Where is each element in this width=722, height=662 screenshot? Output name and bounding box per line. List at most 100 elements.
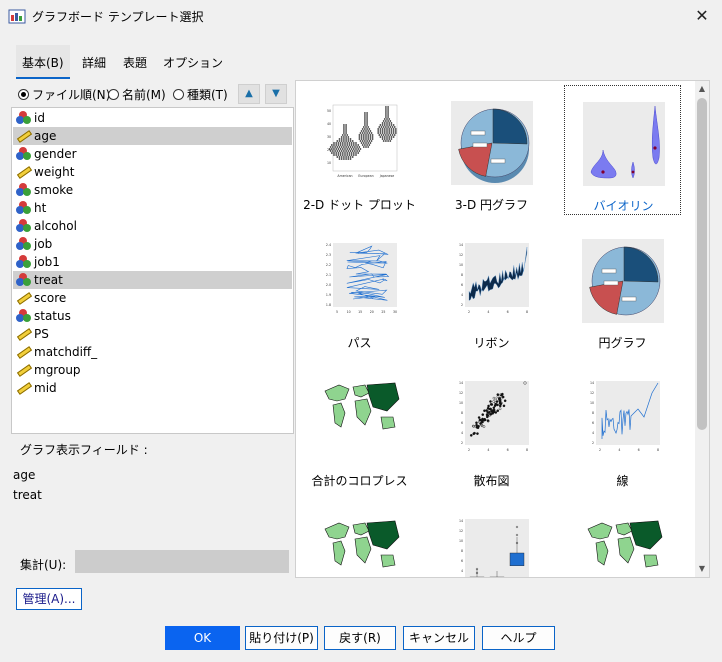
dot-mark xyxy=(382,134,385,136)
dot-mark xyxy=(365,136,367,138)
scroll-up-icon[interactable]: ▲ xyxy=(695,81,709,97)
scroll-thumb[interactable] xyxy=(697,98,707,430)
dot-mark xyxy=(339,144,342,146)
tab-2[interactable]: 表題 xyxy=(117,45,154,79)
variable-item[interactable]: PS xyxy=(13,325,292,343)
cancel-button[interactable]: キャンセル xyxy=(403,626,475,650)
dot-mark xyxy=(335,142,338,144)
template-thumbnail: 14 12 10 8 6 4 2 2 4 6 8 xyxy=(451,377,533,461)
dot-mark xyxy=(390,130,393,132)
template-tile[interactable]: 50 40 30 20 10 American European Japanese 2-D ドッ… xyxy=(301,85,418,215)
template-tile[interactable]: 円グラフ xyxy=(564,223,681,353)
variable-item[interactable]: matchdiff_ xyxy=(13,343,292,361)
dot-mark xyxy=(383,132,386,134)
sort-down-button[interactable]: ▼ xyxy=(265,84,287,104)
variable-item[interactable]: id xyxy=(13,109,292,127)
variable-label: mid xyxy=(34,381,57,395)
tick-label: 8 xyxy=(657,448,659,452)
close-icon[interactable]: ✕ xyxy=(690,4,714,28)
dot-mark xyxy=(337,142,340,144)
variable-item[interactable]: age xyxy=(13,127,292,145)
variable-item[interactable]: mid xyxy=(13,379,292,397)
tick-label: 4 xyxy=(461,293,463,297)
variable-item[interactable]: status xyxy=(13,307,292,325)
template-thumbnail xyxy=(319,515,401,577)
manage-button[interactable]: 管理(A)... xyxy=(16,588,82,610)
dot-mark xyxy=(350,142,353,144)
variable-label: alcohol xyxy=(34,219,77,233)
dot-mark xyxy=(362,136,365,138)
template-tile[interactable] xyxy=(564,499,681,577)
dot-mark xyxy=(343,146,345,148)
variable-item[interactable]: alcohol xyxy=(13,217,292,235)
template-tile[interactable]: 14 12 10 8 6 4 2 2 4 6 8 線 xyxy=(564,361,681,491)
dot-mark xyxy=(346,152,349,154)
dot-mark xyxy=(390,122,393,124)
dot-mark xyxy=(343,138,345,140)
variable-item[interactable]: score xyxy=(13,289,292,307)
template-tile[interactable]: 2.4 2.3 2.2 2.1 2.0 1.9 1.8 5 10 15 20 25 30 パス xyxy=(301,223,418,353)
variable-item[interactable]: smoke xyxy=(13,181,292,199)
variable-item[interactable]: mgroup xyxy=(13,361,292,379)
template-tile[interactable] xyxy=(301,499,418,577)
tick-label: 20 xyxy=(370,310,374,314)
variable-item[interactable]: treat xyxy=(13,271,292,289)
sort-up-button[interactable]: ▲ xyxy=(238,84,260,104)
dot-mark xyxy=(348,142,351,144)
dot-mark xyxy=(380,126,383,128)
dot-mark xyxy=(341,134,344,136)
dot-mark xyxy=(386,128,388,130)
dot-mark xyxy=(358,150,361,152)
scatter-point xyxy=(502,404,506,408)
template-tile[interactable]: 合計のコロプレス xyxy=(301,361,418,491)
variable-item[interactable]: job1 xyxy=(13,253,292,271)
template-tile[interactable]: バイオリン xyxy=(564,85,681,215)
template-caption: リボン xyxy=(473,336,510,350)
scatter-point xyxy=(479,422,482,425)
paste-button[interactable]: 貼り付け(P) xyxy=(245,626,318,650)
template-tile[interactable]: 14 12 10 8 6 4 2 2 4 6 8 散布図 xyxy=(433,361,550,491)
tab-1[interactable]: 詳細 xyxy=(76,45,113,79)
dot-mark xyxy=(390,132,393,134)
tick-label: 50 xyxy=(327,109,331,113)
dot-mark xyxy=(364,122,366,124)
variable-item[interactable]: weight xyxy=(13,163,292,181)
template-gallery[interactable]: 50 40 30 20 10 American European Japanese 2-D ドッ… xyxy=(295,80,710,578)
dot-mark xyxy=(366,122,368,124)
scroll-down-icon[interactable]: ▼ xyxy=(695,561,709,577)
template-caption: 2-D ドット プロット xyxy=(303,198,416,212)
template-tile[interactable]: 14 12 10 8 6 4 2 xyxy=(433,499,550,577)
dot-mark xyxy=(362,146,365,148)
reset-button[interactable]: 戻す(R) xyxy=(324,626,396,650)
dot-mark xyxy=(387,116,389,118)
sort-radio-1[interactable]: 名前(M) xyxy=(108,86,166,104)
help-button[interactable]: ヘルプ xyxy=(482,626,555,650)
sort-radio-2[interactable]: 種類(T) xyxy=(173,86,228,104)
dot-mark xyxy=(385,114,387,116)
dot-mark xyxy=(332,146,334,148)
dot-mark xyxy=(346,142,349,144)
variable-list[interactable]: id age gender weight smoke ht alcohol job job1 tr… xyxy=(11,107,294,434)
dot-mark xyxy=(357,144,360,146)
dot-mark xyxy=(364,144,366,146)
scatter-point xyxy=(485,409,488,412)
dot-mark xyxy=(343,140,345,142)
sort-radio-0[interactable]: ファイル順(N) xyxy=(18,86,110,104)
scatter-point xyxy=(493,404,497,407)
tick-label: 4 xyxy=(461,431,463,435)
variable-item[interactable]: ht xyxy=(13,199,292,217)
template-tile[interactable]: 3-D 円グラフ xyxy=(433,85,550,215)
ok-button[interactable]: OK xyxy=(165,626,240,650)
dot-mark xyxy=(377,132,380,134)
dot-mark xyxy=(385,120,387,122)
tab-0[interactable]: 基本(B) xyxy=(16,45,70,79)
dot-mark xyxy=(343,130,345,132)
template-tile[interactable]: 14 12 10 8 6 4 2 2 4 6 8 リボン xyxy=(433,223,550,353)
dot-mark xyxy=(389,140,392,142)
variable-item[interactable]: job xyxy=(13,235,292,253)
tab-3[interactable]: オプション xyxy=(157,45,230,79)
dot-mark xyxy=(337,148,340,150)
variable-item[interactable]: gender xyxy=(13,145,292,163)
scatter-point xyxy=(475,421,478,425)
dot-mark xyxy=(345,130,347,132)
